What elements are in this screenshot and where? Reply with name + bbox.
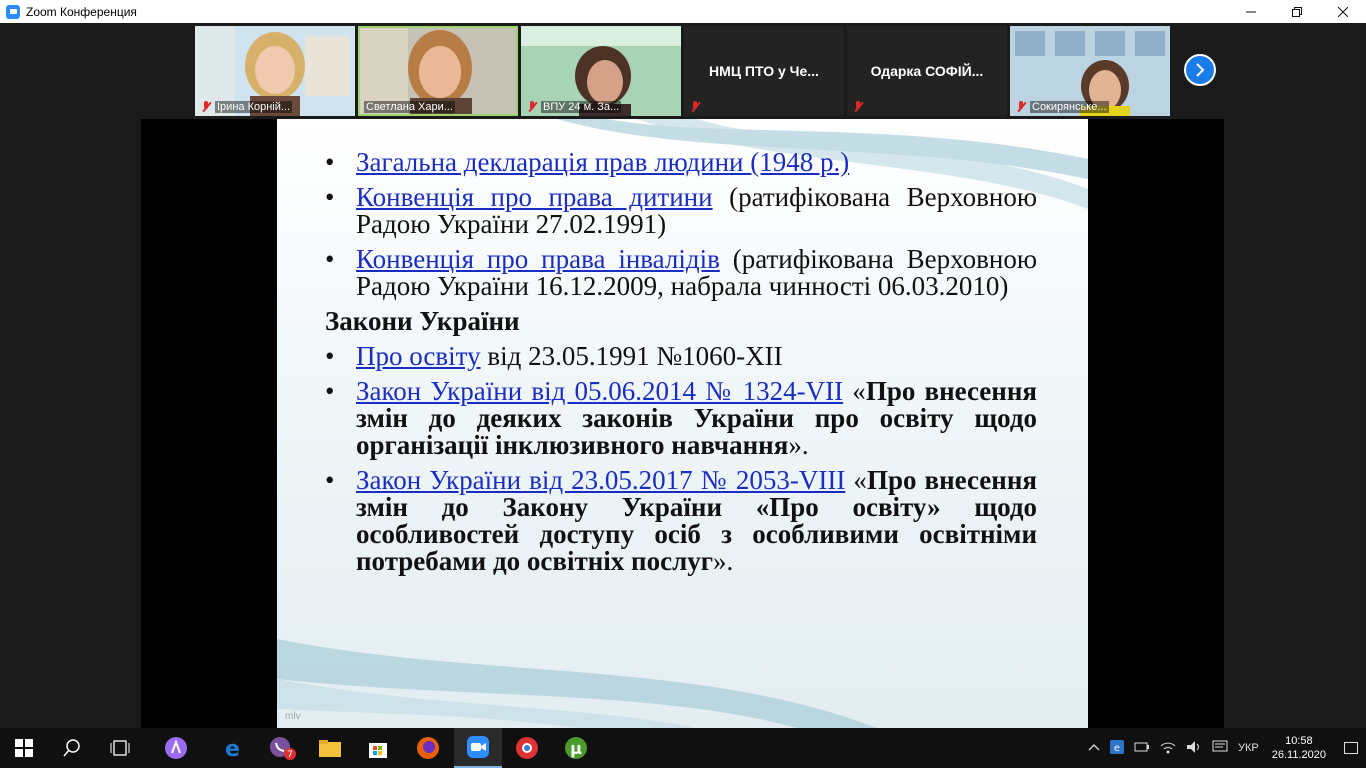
- taskbar-app-store[interactable]: [354, 728, 402, 768]
- close-button[interactable]: [1320, 0, 1366, 23]
- quote-mark: «: [843, 376, 866, 406]
- participant-display-name: Одарка СОФІЙ...: [870, 63, 984, 79]
- window-title-bar: Zoom Конференция: [0, 0, 1366, 23]
- power-icon[interactable]: [1134, 741, 1150, 756]
- list-item: Закон України від 05.06.2014 № 1324-VII …: [325, 378, 1037, 459]
- participant-name: ВПУ 24 м. За...: [541, 101, 622, 113]
- slide-link[interactable]: Конвенція про права дитини: [356, 182, 713, 212]
- list-item: Конвенція про права дитини (ратифікована…: [325, 184, 1037, 238]
- task-view-icon: [110, 740, 130, 756]
- taskbar-app-utorrent[interactable]: µ: [552, 728, 600, 768]
- slide-link[interactable]: Закон України від 23.05.2017 № 2053-VIII: [356, 465, 845, 495]
- participant-strip: Ірина Корній... Светлана Хари... ВПУ 24 …: [0, 23, 1366, 119]
- participant-tile[interactable]: ВПУ 24 м. За...: [521, 26, 681, 116]
- taskbar: e 7 µ e УКР 10:58 26.11.2020: [0, 728, 1366, 768]
- participant-tile-active-speaker[interactable]: Светлана Хари...: [358, 26, 518, 116]
- search-button[interactable]: [48, 728, 96, 768]
- muted-mic-icon: [853, 101, 863, 113]
- chevron-right-icon: [1196, 63, 1205, 77]
- alice-assistant-icon: [165, 737, 187, 759]
- clock-date: 26.11.2020: [1271, 749, 1326, 761]
- taskbar-app-chrome-like[interactable]: [503, 728, 551, 768]
- tray-app-icon[interactable]: e: [1110, 739, 1125, 757]
- participant-tile[interactable]: НМЦ ПТО у Че...: [684, 26, 844, 116]
- restore-icon: [1292, 6, 1302, 17]
- window-title: Zoom Конференция: [26, 4, 137, 19]
- minimize-button[interactable]: [1228, 0, 1274, 23]
- muted-mic-icon: [690, 101, 700, 113]
- svg-text:e: e: [1114, 743, 1120, 754]
- slide-link[interactable]: Конвенція про права інвалідів: [356, 244, 720, 274]
- windows-logo-icon: [15, 739, 33, 757]
- task-view-button[interactable]: [96, 728, 144, 768]
- muted-mic-icon: [201, 101, 211, 113]
- muted-mic-icon: [527, 101, 537, 113]
- section-heading: Закони України: [325, 306, 520, 336]
- next-page-button[interactable]: [1184, 54, 1216, 86]
- notification-center-icon[interactable]: [1344, 742, 1358, 754]
- quote-mark: ».: [788, 430, 809, 460]
- taskbar-app-alice[interactable]: [152, 728, 200, 768]
- screen-share-area: Загальна декларація прав людини (1948 р.…: [141, 119, 1224, 728]
- participant-tile[interactable]: Одарка СОФІЙ...: [847, 26, 1007, 116]
- folder-icon: [319, 740, 341, 757]
- list-item: Про освіту від 23.05.1991 №1060-XII: [325, 341, 1037, 371]
- close-icon: [1338, 6, 1348, 17]
- store-icon: [369, 743, 387, 758]
- taskbar-app-edge[interactable]: e: [210, 728, 258, 768]
- clock[interactable]: 10:58 26.11.2020: [1272, 734, 1326, 762]
- muted-mic-icon: [1016, 101, 1026, 113]
- list-item: Загальна декларація прав людини (1948 р.…: [325, 147, 1037, 177]
- zoom-icon: [467, 736, 489, 758]
- participant-tile[interactable]: Сокирянське...: [1010, 26, 1170, 116]
- viber-icon: 7: [270, 737, 296, 760]
- taskbar-app-zoom[interactable]: [454, 728, 502, 768]
- participant-display-name: НМЦ ПТО у Че...: [709, 63, 819, 79]
- network-icon[interactable]: [1160, 740, 1176, 757]
- input-language[interactable]: УКР: [1238, 742, 1259, 754]
- slide-link[interactable]: Про освіту: [356, 341, 481, 371]
- taskbar-app-file-explorer[interactable]: [306, 728, 354, 768]
- viber-badge-count: 7: [287, 750, 293, 760]
- system-tray: e УКР 10:58 26.11.2020: [1083, 728, 1366, 768]
- slide-link[interactable]: Загальна декларація прав людини (1948 р.…: [356, 147, 849, 177]
- list-item: Закон України від 23.05.2017 № 2053-VIII…: [325, 467, 1037, 575]
- presentation-slide: Загальна декларація прав людини (1948 р.…: [277, 119, 1088, 728]
- restore-button[interactable]: [1274, 0, 1320, 23]
- slide-watermark: mlv: [285, 711, 301, 722]
- slide-link[interactable]: Закон України від 05.06.2014 № 1324-VII: [356, 376, 843, 406]
- chevron-up-icon[interactable]: [1088, 742, 1100, 754]
- search-icon: [63, 739, 80, 757]
- message-icon[interactable]: [1212, 740, 1228, 757]
- participant-name: Ірина Корній...: [215, 101, 293, 113]
- participant-tile[interactable]: Ірина Корній...: [195, 26, 355, 116]
- utorrent-icon: µ: [565, 737, 587, 759]
- zoom-app-icon: [6, 4, 20, 19]
- svg-text:µ: µ: [570, 739, 582, 758]
- firefox-icon: [417, 737, 439, 759]
- list-item: Конвенція про права інвалідів (ратифіков…: [325, 246, 1037, 300]
- taskbar-app-viber[interactable]: 7: [258, 728, 306, 768]
- minimize-icon: [1246, 11, 1256, 12]
- browser-icon: [516, 737, 538, 759]
- participant-name: Сокирянське...: [1030, 101, 1109, 113]
- participant-name: Светлана Хари...: [364, 101, 455, 113]
- quote-mark: «: [845, 465, 867, 495]
- taskbar-app-firefox[interactable]: [404, 728, 452, 768]
- list-item-text: від 23.05.1991 №1060-XII: [480, 341, 783, 371]
- slide-content: Загальна декларація прав людини (1948 р.…: [325, 149, 1037, 583]
- edge-browser-icon: e: [225, 737, 240, 760]
- quote-mark: ».: [713, 546, 734, 576]
- start-button[interactable]: [0, 728, 48, 768]
- volume-icon[interactable]: [1186, 740, 1202, 757]
- svg-text:e: e: [225, 737, 240, 760]
- clock-time: 10:58: [1285, 735, 1313, 747]
